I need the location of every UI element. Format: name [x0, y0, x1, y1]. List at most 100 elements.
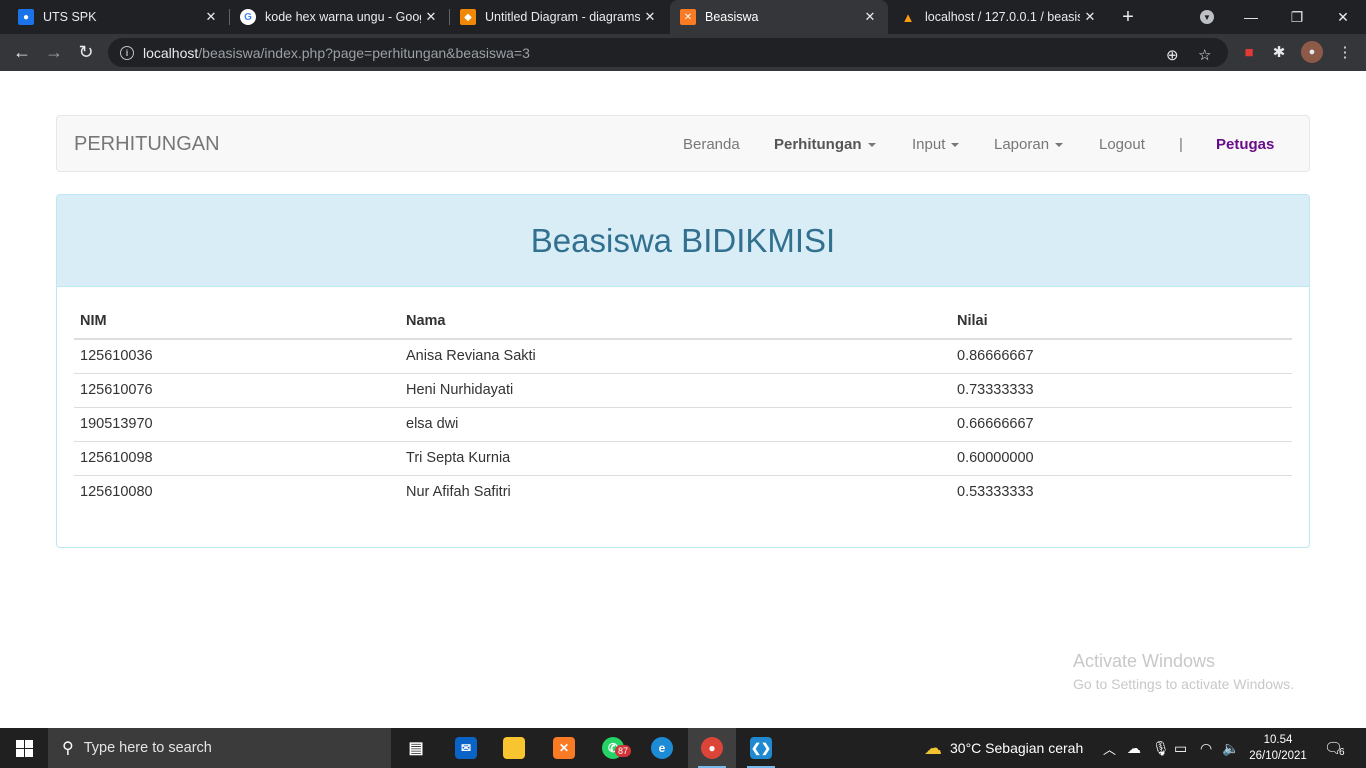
zoom-icon[interactable]: ⊕: [1166, 46, 1179, 64]
whatsapp-app[interactable]: ✆ 87: [589, 728, 637, 768]
close-icon[interactable]: ✕: [421, 9, 441, 25]
navbar-brand[interactable]: PERHITUNGAN: [74, 133, 220, 156]
drawio-icon: ◆: [460, 9, 476, 25]
microphone-icon[interactable]: 🎙: [1152, 728, 1170, 768]
volume-icon[interactable]: 🔈: [1222, 728, 1239, 768]
bookmark-star-icon[interactable]: ☆: [1198, 46, 1211, 64]
reload-button[interactable]: ↻: [72, 38, 100, 66]
mail-app[interactable]: ✉: [442, 728, 490, 768]
table-row: 125610036 Anisa Reviana Sakti 0.86666667: [74, 339, 1292, 373]
file-explorer-app[interactable]: [490, 728, 538, 768]
nav-perhitungan[interactable]: Perhitungan: [774, 136, 876, 153]
nav-beranda[interactable]: Beranda: [683, 136, 740, 153]
edge-icon: e: [651, 737, 673, 759]
taskbar-search[interactable]: ⚲ Type here to search: [48, 728, 391, 768]
watermark-subtitle: Go to Settings to activate Windows.: [1073, 676, 1294, 692]
cell-nilai: 0.53333333: [951, 474, 1292, 509]
phpmyadmin-icon: ▲: [901, 9, 915, 25]
minimize-button[interactable]: —: [1228, 0, 1274, 34]
weather-widget[interactable]: ☁ 30°C Sebagian cerah: [924, 728, 1083, 768]
cell-nilai: 0.73333333: [951, 372, 1292, 407]
cell-nama: elsa dwi: [400, 406, 951, 441]
close-window-button[interactable]: ✕: [1320, 0, 1366, 34]
cell-nim: 125610098: [74, 440, 400, 475]
onedrive-icon[interactable]: ☁: [1127, 728, 1141, 768]
header-nilai: Nilai: [951, 303, 1292, 340]
tab-title: kode hex warna ungu - Goog: [265, 10, 421, 24]
notification-count: 6: [1339, 746, 1345, 758]
nav-petugas[interactable]: Petugas: [1216, 136, 1274, 153]
close-icon[interactable]: ✕: [1080, 9, 1100, 25]
activate-windows-watermark: Activate Windows Go to Settings to activ…: [1073, 651, 1294, 692]
chrome-app[interactable]: ●: [688, 728, 736, 768]
xampp-app[interactable]: ✕: [540, 728, 588, 768]
tab-google-search[interactable]: G kode hex warna ungu - Goog ✕: [230, 0, 449, 34]
search-icon: ⚲: [62, 740, 74, 757]
close-icon[interactable]: ✕: [640, 9, 660, 25]
show-hidden-icons[interactable]: ︿: [1103, 728, 1116, 768]
restore-button[interactable]: ❐: [1274, 0, 1320, 34]
start-button[interactable]: [0, 728, 48, 768]
tab-title: localhost / 127.0.0.1 / beasisw: [925, 10, 1080, 24]
caret-down-icon: [867, 143, 876, 148]
watermark-title: Activate Windows: [1073, 651, 1216, 671]
tab-search-button[interactable]: ▼: [1186, 0, 1228, 34]
cell-nama: Nur Afifah Safitri: [400, 474, 951, 509]
table-row: 125610098 Tri Septa Kurnia 0.60000000: [74, 440, 1292, 475]
table-row: 190513970 elsa dwi 0.66666667: [74, 406, 1292, 441]
tab-title: Beasiswa: [705, 10, 759, 24]
wifi-icon[interactable]: ◠: [1200, 728, 1212, 768]
google-icon: G: [240, 9, 256, 25]
cell-nama: Tri Septa Kurnia: [400, 440, 951, 475]
cell-nim: 125610076: [74, 372, 400, 407]
results-panel: Beasiswa BIDIKMISI NIM Nama Nilai 125610…: [56, 194, 1310, 548]
menu-icon[interactable]: ⋮: [1334, 41, 1356, 63]
extension-icon[interactable]: ■: [1238, 41, 1260, 63]
nav-logout[interactable]: Logout: [1099, 136, 1145, 153]
cell-nim: 125610080: [74, 474, 400, 509]
back-button[interactable]: ←: [8, 38, 36, 66]
clock-date: 26/10/2021: [1249, 750, 1307, 762]
clock[interactable]: 10.54 26/10/2021: [1246, 732, 1310, 764]
tab-phpmyadmin[interactable]: ▲ localhost / 127.0.0.1 / beasisw ✕: [890, 0, 1108, 34]
nav-input[interactable]: Input: [912, 136, 960, 153]
panel-title: Beasiswa BIDIKMISI: [530, 221, 836, 259]
info-icon[interactable]: i: [120, 45, 134, 60]
table-header-row: NIM Nama Nilai: [74, 303, 1292, 340]
header-nama: Nama: [400, 303, 951, 340]
new-tab-button[interactable]: +: [1108, 0, 1148, 34]
avatar[interactable]: ●: [1301, 41, 1323, 63]
tab-beasiswa[interactable]: ✕ Beasiswa ✕: [670, 0, 888, 34]
navbar: PERHITUNGAN Beranda Perhitungan Input La…: [56, 115, 1310, 172]
tab-diagrams[interactable]: ◆ Untitled Diagram - diagrams. ✕: [450, 0, 668, 34]
url-path: /beasiswa/index.php?page=perhitungan&bea…: [198, 44, 530, 61]
close-icon[interactable]: ✕: [860, 9, 880, 25]
close-icon[interactable]: ✕: [201, 9, 221, 25]
chevron-up-icon: ︿: [1103, 741, 1117, 757]
tab-title: Untitled Diagram - diagrams.: [485, 10, 640, 24]
vscode-app[interactable]: ❮❯: [737, 728, 785, 768]
battery-icon[interactable]: ▭: [1174, 728, 1187, 768]
nav-laporan[interactable]: Laporan: [994, 136, 1064, 153]
tab-uts-spk[interactable]: ● UTS SPK ✕: [0, 0, 229, 34]
xampp-icon: ✕: [680, 9, 696, 25]
cell-nim: 190513970: [74, 406, 400, 441]
puzzle-icon[interactable]: ✱: [1268, 41, 1290, 63]
chrome-icon: ●: [701, 737, 723, 759]
browser-toolbar: ← → ↻ i localhost/beasiswa/index.php?pag…: [0, 34, 1366, 71]
table-row: 125610076 Heni Nurhidayati 0.73333333: [74, 372, 1292, 407]
cell-nilai: 0.66666667: [951, 406, 1292, 441]
task-view-button[interactable]: ▤: [392, 728, 440, 768]
nav-laporan-label: Laporan: [994, 136, 1050, 153]
nav-input-label: Input: [912, 136, 946, 153]
action-center-button[interactable]: 🗨 6: [1324, 728, 1345, 768]
edge-app[interactable]: e: [638, 728, 686, 768]
address-bar[interactable]: i localhost/beasiswa/index.php?page=perh…: [108, 38, 1228, 67]
page-content: PERHITUNGAN Beranda Perhitungan Input La…: [0, 71, 1366, 728]
weather-text: 30°C Sebagian cerah: [950, 740, 1084, 756]
nav-separator: |: [1179, 136, 1183, 153]
forward-button[interactable]: →: [40, 38, 68, 66]
chevron-down-icon: ▼: [1200, 10, 1214, 24]
task-view-icon: ▤: [408, 740, 424, 757]
panel-heading: Beasiswa BIDIKMISI: [57, 195, 1309, 287]
